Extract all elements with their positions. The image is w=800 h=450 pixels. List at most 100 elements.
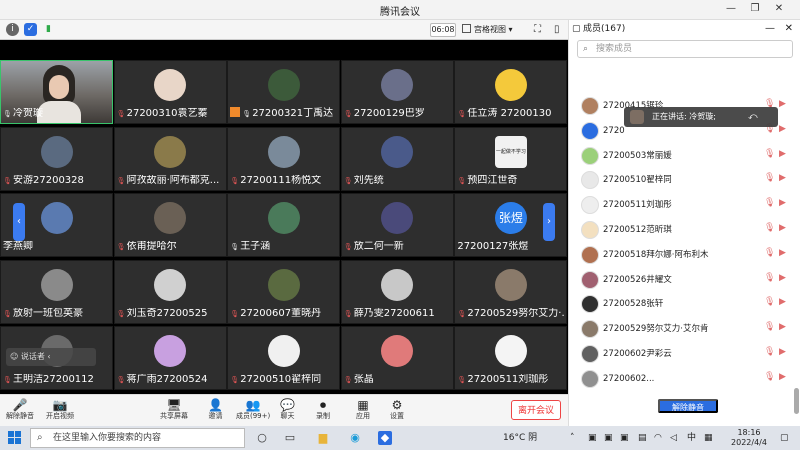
participant-tile[interactable]: 🎙放射一班包英豪 <box>0 259 113 324</box>
record-button[interactable]: ⏺ 录制 <box>316 398 330 421</box>
info-icon[interactable]: i <box>6 23 19 36</box>
participant-tile[interactable]: 🎙刘玉奇27200525 <box>113 259 227 324</box>
participant-tile[interactable]: 🎙27200129巴罗 <box>340 60 454 124</box>
participant-tile[interactable]: 🎙依甫提哈尔 <box>113 193 227 257</box>
minimize-panel-icon[interactable]: — <box>765 20 775 38</box>
mic-muted-icon[interactable]: 🎙 <box>764 173 775 183</box>
participant-tile[interactable]: 🎙蒋广雨27200524 <box>113 326 227 390</box>
volume-icon[interactable]: ◁ <box>670 432 677 444</box>
file-explorer-icon[interactable]: ▆ <box>316 431 330 445</box>
panel-toggle-icon[interactable]: ▯ <box>554 24 560 36</box>
close-icon[interactable]: ✕ <box>772 2 786 16</box>
mic-muted-icon[interactable]: 🎙 <box>764 347 775 357</box>
taskbar-search-input[interactable]: ⌕ 在这里输入你要搜索的内容 <box>30 428 245 448</box>
close-panel-icon[interactable]: ✕ <box>785 20 793 38</box>
tencent-meeting-icon[interactable]: ◆ <box>378 431 392 445</box>
camera-off-icon[interactable]: ▶ <box>779 223 786 233</box>
participant-tile[interactable]: 🎙冷贺璇 <box>0 60 113 124</box>
mic-muted-icon[interactable]: 🎙 <box>764 198 775 208</box>
participant-tile[interactable]: 🎙张晶 <box>340 326 454 390</box>
member-row[interactable]: 27200511刘珈彤 🎙 ▶ <box>569 193 800 217</box>
participant-tile[interactable]: 🎙27200321丁禹达 <box>227 60 341 124</box>
camera-off-icon[interactable]: ▶ <box>779 173 786 183</box>
camera-off-icon[interactable]: ▶ <box>779 99 786 109</box>
camera-off-icon[interactable]: ▶ <box>779 149 786 159</box>
member-search-input[interactable]: ⌕ 搜索成员 <box>577 40 793 58</box>
restore-icon[interactable]: ❐ <box>748 2 762 16</box>
member-row[interactable]: 27200510翟梓同 🎙 ▶ <box>569 168 800 192</box>
unmute-all-button[interactable]: 解除静音 <box>658 399 718 413</box>
edge-icon[interactable]: ◉ <box>348 431 362 445</box>
cortana-icon[interactable]: ○ <box>255 431 269 445</box>
mic-muted-icon[interactable]: 🎙 <box>764 297 775 307</box>
fullscreen-icon[interactable]: ⛶ <box>534 24 541 36</box>
mic-muted-icon[interactable]: 🎙 <box>764 248 775 258</box>
mic-muted-icon[interactable]: 🎙 <box>764 149 775 159</box>
apps-button[interactable]: ▦ 应用 <box>356 398 370 421</box>
camera-off-icon[interactable]: ▶ <box>779 198 786 208</box>
leave-meeting-button[interactable]: 离开会议 <box>511 400 561 420</box>
tooltip-arrow-icon[interactable]: ⤺ <box>748 107 758 127</box>
system-clock[interactable]: 18:16 2022/4/4 <box>726 428 772 448</box>
signal-icon[interactable]: ▮ <box>42 23 55 36</box>
participant-tile[interactable]: 🎙27200607董晓丹 <box>227 259 341 324</box>
mic-muted-icon[interactable]: 🎙 <box>764 322 775 332</box>
participant-tile[interactable]: 🎙阿孜故丽·阿布都克... <box>113 126 227 191</box>
participant-tile[interactable]: 🎙刘先统 <box>340 126 454 191</box>
settings-button[interactable]: ⚙ 设置 <box>390 398 404 421</box>
wifi-icon[interactable]: ◠ <box>654 432 662 444</box>
windows-start-icon[interactable] <box>8 431 22 445</box>
tray-app-icon[interactable]: ▣ <box>604 432 613 444</box>
camera-off-icon[interactable]: ▶ <box>779 248 786 258</box>
participant-tile[interactable]: 🎙薛乃雯27200611 <box>340 259 454 324</box>
minimize-icon[interactable]: — <box>724 2 738 16</box>
participant-tile[interactable]: 🎙任立涛 27200130 <box>454 60 568 124</box>
member-row[interactable]: 27200602尹彩云 🎙 ▶ <box>569 342 800 366</box>
participant-tile[interactable]: 🎙27200111杨悦文 <box>227 126 341 191</box>
start-video-button[interactable]: 📷 开启视频 <box>46 398 74 421</box>
chat-button[interactable]: 💬 聊天 <box>280 398 295 421</box>
camera-off-icon[interactable]: ▶ <box>779 322 786 332</box>
prev-page-button[interactable]: ‹ <box>13 203 25 241</box>
network-icon[interactable]: ▤ <box>638 432 647 444</box>
speaker-overlay[interactable]: ☺ 说话者 ‹ <box>6 348 96 366</box>
ime-indicator[interactable]: 中 <box>687 432 696 444</box>
camera-off-icon[interactable]: ▶ <box>779 273 786 283</box>
task-view-icon[interactable]: ▭ <box>283 431 297 445</box>
participant-tile[interactable]: 🎙27200510翟梓同 <box>227 326 341 390</box>
unmute-button[interactable]: 🎤 解除静音 <box>6 398 34 421</box>
shield-icon[interactable]: ✓ <box>24 23 37 36</box>
share-screen-button[interactable]: 🖥 共享屏幕 <box>160 398 188 421</box>
tray-app-icon[interactable]: ▣ <box>588 432 597 444</box>
members-button[interactable]: 👥 成员(99+) <box>236 398 270 421</box>
tray-app-icon[interactable]: ▣ <box>620 432 629 444</box>
participant-tile[interactable]: 🎙放二何一新 <box>340 193 454 257</box>
invite-button[interactable]: 👤 邀请 <box>208 398 223 421</box>
member-row[interactable]: 27200529努尔艾力·艾尔肯 🎙 ▶ <box>569 317 800 341</box>
participant-tile[interactable]: 🎙27200310袁艺蓁 <box>113 60 227 124</box>
mic-muted-icon[interactable]: 🎙 <box>764 223 775 233</box>
view-mode-button[interactable]: 宫格视图 ▾ <box>462 23 513 37</box>
member-row[interactable]: 27200526井耀文 🎙 ▶ <box>569 268 800 292</box>
participant-tile[interactable]: 🎙27200529努尔艾力·... <box>454 259 568 324</box>
participant-tile[interactable]: 🎙安游27200328 <box>0 126 113 191</box>
member-row[interactable]: 27200512范昕琪 🎙 ▶ <box>569 218 800 242</box>
participant-tile[interactable]: 一起做不学习 🎙预四江世奇 <box>454 126 568 191</box>
member-row[interactable]: 27200503常丽媛 🎙 ▶ <box>569 144 800 168</box>
next-page-button[interactable]: › <box>543 203 555 241</box>
participant-tile[interactable]: 🎙王子涵 <box>227 193 341 257</box>
camera-off-icon[interactable]: ▶ <box>779 372 786 382</box>
camera-off-icon[interactable]: ▶ <box>779 124 786 134</box>
camera-off-icon[interactable]: ▶ <box>779 347 786 357</box>
tray-expand-icon[interactable]: ˄ <box>570 432 575 444</box>
member-scrollbar[interactable] <box>794 388 799 414</box>
ime-mode-icon[interactable]: ▦ <box>704 432 713 444</box>
member-row[interactable]: 27200518拜尔娜·阿布利木 🎙 ▶ <box>569 243 800 267</box>
notification-icon[interactable]: ▢ <box>780 432 789 444</box>
camera-off-icon[interactable]: ▶ <box>779 297 786 307</box>
member-row[interactable]: 27200528张轩 🎙 ▶ <box>569 292 800 316</box>
participant-tile[interactable]: 🎙27200511刘珈彤 <box>454 326 568 390</box>
weather-text[interactable]: 16°C 阴 <box>503 432 537 444</box>
member-row[interactable]: 27200602... 🎙 ▶ <box>569 367 800 391</box>
mic-muted-icon[interactable]: 🎙 <box>764 372 775 382</box>
